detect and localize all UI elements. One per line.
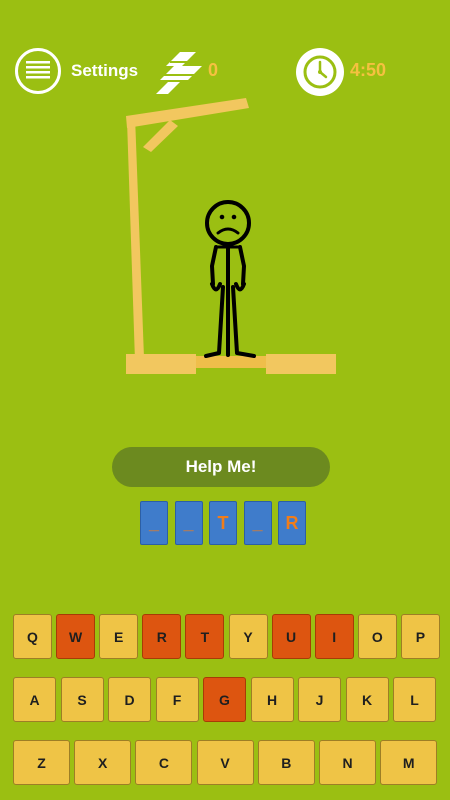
word-slot: R xyxy=(278,501,306,545)
timer-text: 4:50 xyxy=(350,60,387,80)
key-q[interactable]: Q xyxy=(13,614,52,659)
timer-icon-container xyxy=(296,48,344,96)
help-button[interactable]: Help Me! xyxy=(112,447,330,487)
menu-button[interactable] xyxy=(15,48,61,94)
word-slots: _ _ T _ R xyxy=(140,501,312,549)
key-d[interactable]: D xyxy=(108,677,151,722)
key-n[interactable]: N xyxy=(319,740,376,785)
key-g[interactable]: G xyxy=(203,677,246,722)
key-p[interactable]: P xyxy=(400,614,440,659)
key-o[interactable]: O xyxy=(357,614,397,659)
gallows-scene xyxy=(126,98,336,374)
stick-figure xyxy=(204,200,256,358)
key-m[interactable]: M xyxy=(380,740,438,785)
key-v[interactable]: V xyxy=(196,740,254,785)
hint-count: 0 xyxy=(208,60,219,80)
key-i[interactable]: I xyxy=(314,614,354,659)
key-w[interactable]: W xyxy=(56,614,96,659)
hint-icon[interactable] xyxy=(156,46,204,96)
key-z[interactable]: Z xyxy=(13,740,70,785)
key-t[interactable]: T xyxy=(185,614,225,659)
key-e[interactable]: E xyxy=(99,614,139,659)
letter-keyboard: QWERTYUIOP ASDFGHJKL ZXCVBNM xyxy=(0,612,450,800)
word-slot: T xyxy=(209,501,237,545)
key-j[interactable]: J xyxy=(298,677,341,722)
key-l[interactable]: L xyxy=(393,677,436,722)
clock-icon xyxy=(303,55,337,89)
settings-label[interactable]: Settings xyxy=(71,61,138,81)
word-slot: _ xyxy=(243,501,272,545)
key-k[interactable]: K xyxy=(345,677,389,722)
menu-icon xyxy=(26,61,50,79)
key-b[interactable]: B xyxy=(257,740,315,785)
key-u[interactable]: U xyxy=(271,614,311,659)
gallows-structure xyxy=(126,98,336,374)
key-y[interactable]: Y xyxy=(228,614,268,659)
word-slot: _ xyxy=(140,501,168,545)
key-c[interactable]: C xyxy=(135,740,193,785)
key-f[interactable]: F xyxy=(155,677,199,722)
key-r[interactable]: R xyxy=(142,614,182,659)
key-h[interactable]: H xyxy=(250,677,294,722)
key-x[interactable]: X xyxy=(74,740,132,785)
key-s[interactable]: S xyxy=(60,677,104,722)
key-a[interactable]: A xyxy=(13,677,56,722)
word-slot: _ xyxy=(174,501,203,545)
